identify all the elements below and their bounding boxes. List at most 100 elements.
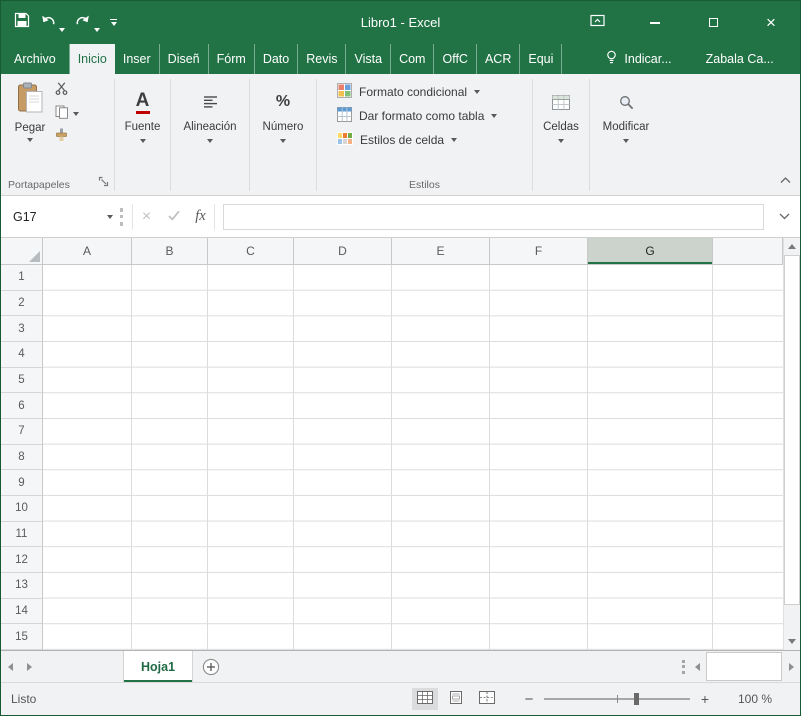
grid-cells[interactable] (43, 265, 783, 650)
ribbon-tab-dato[interactable]: Dato (255, 44, 298, 74)
number-group-button[interactable]: % Número (250, 74, 316, 195)
horizontal-scrollbar-thumb[interactable] (706, 652, 782, 681)
zoom-out-button[interactable]: − (522, 691, 536, 708)
zoom-in-button[interactable]: + (698, 691, 712, 707)
page-layout-view-button[interactable] (443, 688, 469, 710)
gridline-vertical (207, 265, 208, 650)
paste-dropdown-icon[interactable] (27, 138, 33, 142)
conditional-formatting-button[interactable]: Formato condicional (317, 80, 532, 104)
select-all-button[interactable] (1, 238, 43, 264)
zoom-slider[interactable] (544, 698, 690, 700)
undo-dropdown-icon[interactable] (59, 28, 65, 32)
ribbon-tab-fórm[interactable]: Fórm (209, 44, 255, 74)
row-header-10[interactable]: 10 (1, 496, 42, 522)
horizontal-scrollbar-track[interactable] (706, 651, 782, 682)
insert-function-button[interactable]: fx (187, 208, 214, 225)
ribbon-tab-inicio[interactable]: Inicio (70, 44, 115, 74)
tell-me-button[interactable]: Indicar... (606, 44, 671, 74)
sheet-tab-hoja1[interactable]: Hoja1 (123, 651, 193, 682)
row-header-1[interactable]: 1 (1, 265, 42, 291)
collapse-ribbon-button[interactable] (780, 171, 791, 189)
paste-button[interactable]: Pegar (7, 80, 53, 142)
expand-formula-bar-button[interactable] (774, 213, 794, 220)
scroll-left-button[interactable] (688, 651, 706, 682)
column-header-d[interactable]: D (294, 238, 392, 264)
cells-group-button[interactable]: Celdas (533, 74, 589, 195)
formula-input[interactable] (223, 204, 764, 230)
font-group-button[interactable]: A Fuente (115, 74, 170, 195)
close-button[interactable]: × (742, 1, 800, 44)
ribbon-tab-inser[interactable]: Inser (115, 44, 160, 74)
new-sheet-button[interactable] (193, 651, 229, 682)
gridline-vertical (293, 265, 294, 650)
page-break-view-button[interactable] (474, 688, 500, 710)
cut-button[interactable] (55, 84, 79, 98)
name-box[interactable]: G17 (1, 196, 113, 237)
column-header-e[interactable]: E (392, 238, 490, 264)
vertical-scrollbar-thumb[interactable] (784, 255, 800, 605)
formula-bar-resize-handle[interactable] (120, 208, 123, 226)
row-header-15[interactable]: 15 (1, 624, 42, 650)
column-header-a[interactable]: A (43, 238, 132, 264)
ribbon-tab-vista[interactable]: Vista (346, 44, 391, 74)
account-name[interactable]: Zabala Ca... (706, 44, 774, 74)
cancel-button[interactable]: × (133, 209, 160, 225)
row-header-5[interactable]: 5 (1, 368, 42, 394)
save-button[interactable] (14, 12, 30, 33)
ribbon-tab-diseñ[interactable]: Diseñ (160, 44, 209, 74)
row-header-9[interactable]: 9 (1, 470, 42, 496)
normal-view-button[interactable] (412, 688, 438, 710)
row-header-2[interactable]: 2 (1, 291, 42, 317)
row-header-11[interactable]: 11 (1, 522, 42, 548)
minimize-button[interactable] (626, 1, 684, 44)
zoom-slider-thumb[interactable] (634, 693, 639, 705)
format-painter-button[interactable] (55, 130, 79, 144)
column-header-b[interactable]: B (132, 238, 208, 264)
cells-dropdown-icon (558, 139, 564, 143)
column-header-g[interactable]: G (588, 238, 713, 264)
redo-button[interactable] (75, 14, 100, 32)
tab-archivo[interactable]: Archivo (1, 44, 70, 74)
row-header-13[interactable]: 13 (1, 573, 42, 599)
row-header-3[interactable]: 3 (1, 316, 42, 342)
customize-quick-access-button[interactable] (110, 19, 117, 27)
scroll-down-button[interactable] (784, 633, 800, 650)
scrollbar-splitter[interactable] (678, 651, 688, 682)
undo-button[interactable] (40, 14, 65, 32)
horizontal-scrollbar[interactable] (688, 651, 800, 682)
ribbon-tab-offc[interactable]: OffC (434, 44, 476, 74)
ribbon-tab-com[interactable]: Com (391, 44, 434, 74)
ribbon-tab-equi[interactable]: Equi (520, 44, 562, 74)
redo-dropdown-icon[interactable] (94, 28, 100, 32)
previous-sheet-button[interactable] (1, 651, 20, 682)
row-header-6[interactable]: 6 (1, 393, 42, 419)
name-box-dropdown-icon[interactable] (107, 215, 113, 219)
scroll-up-button[interactable] (784, 238, 800, 255)
vertical-scrollbar[interactable] (783, 238, 800, 650)
row-header-12[interactable]: 12 (1, 547, 42, 573)
editing-group-button[interactable]: Modificar (590, 74, 662, 195)
format-as-table-button[interactable]: Dar formato como tabla (317, 104, 532, 128)
cell-styles-button[interactable]: Estilos de celda (317, 128, 532, 152)
alignment-group-button[interactable]: Alineación (171, 74, 249, 195)
row-header-4[interactable]: 4 (1, 342, 42, 368)
next-sheet-button[interactable] (20, 651, 39, 682)
enter-button[interactable] (160, 208, 187, 226)
copy-button[interactable] (55, 107, 79, 121)
zoom-percentage[interactable]: 100 % (738, 692, 772, 706)
clipboard-dialog-launcher[interactable] (98, 174, 109, 192)
row-header-8[interactable]: 8 (1, 445, 42, 471)
ribbon-display-options-button[interactable] (568, 1, 626, 44)
row-header-7[interactable]: 7 (1, 419, 42, 445)
copy-dropdown-icon[interactable] (73, 112, 79, 116)
maximize-button[interactable] (684, 1, 742, 44)
column-header-c[interactable]: C (208, 238, 294, 264)
column-header-partial[interactable] (713, 238, 783, 264)
ribbon-tab-acr[interactable]: ACR (477, 44, 520, 74)
column-header-f[interactable]: F (490, 238, 588, 264)
scroll-right-button[interactable] (782, 651, 800, 682)
ribbon-tab-revis[interactable]: Revis (298, 44, 346, 74)
vertical-scrollbar-track[interactable] (784, 605, 800, 633)
row-header-14[interactable]: 14 (1, 599, 42, 625)
brush-icon (55, 128, 68, 147)
